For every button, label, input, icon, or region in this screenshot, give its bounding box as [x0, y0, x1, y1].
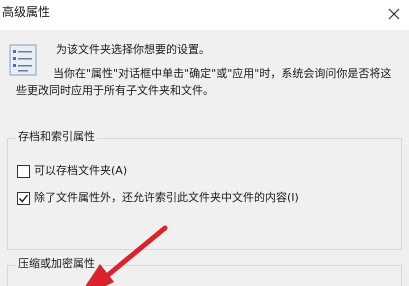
close-button[interactable] — [381, 0, 409, 30]
description-line-3: 些更改同时应用于所有子文件夹和文件。 — [16, 84, 214, 97]
advanced-attributes-dialog: 高级属性 为该文件夹选择你想要的设置。 当你在"属性"对话框中单击"确定"或"应… — [0, 0, 409, 286]
compress-encrypt-group-title: 压缩或加密属性 — [16, 257, 97, 271]
title-bar: 高级属性 — [0, 0, 409, 30]
description-line-2: 当你在"属性"对话框中单击"确定"或"应用"时，系统会询问你是否将这 — [53, 67, 392, 80]
archive-folder-checkbox[interactable] — [17, 165, 30, 178]
archive-folder-label[interactable]: 可以存档文件夹(A) — [34, 164, 127, 178]
window-title: 高级属性 — [2, 5, 51, 19]
archive-index-group-title: 存档和索引属性 — [16, 130, 97, 144]
folder-properties-icon — [8, 44, 40, 76]
index-contents-label[interactable]: 除了文件属性外，还允许索引此文件夹中文件的内容(I) — [34, 191, 299, 205]
description-line-1: 为该文件夹选择你想要的设置。 — [56, 43, 210, 56]
close-icon — [388, 8, 400, 20]
checkmark-icon — [18, 194, 29, 203]
index-contents-checkbox[interactable] — [17, 192, 30, 205]
